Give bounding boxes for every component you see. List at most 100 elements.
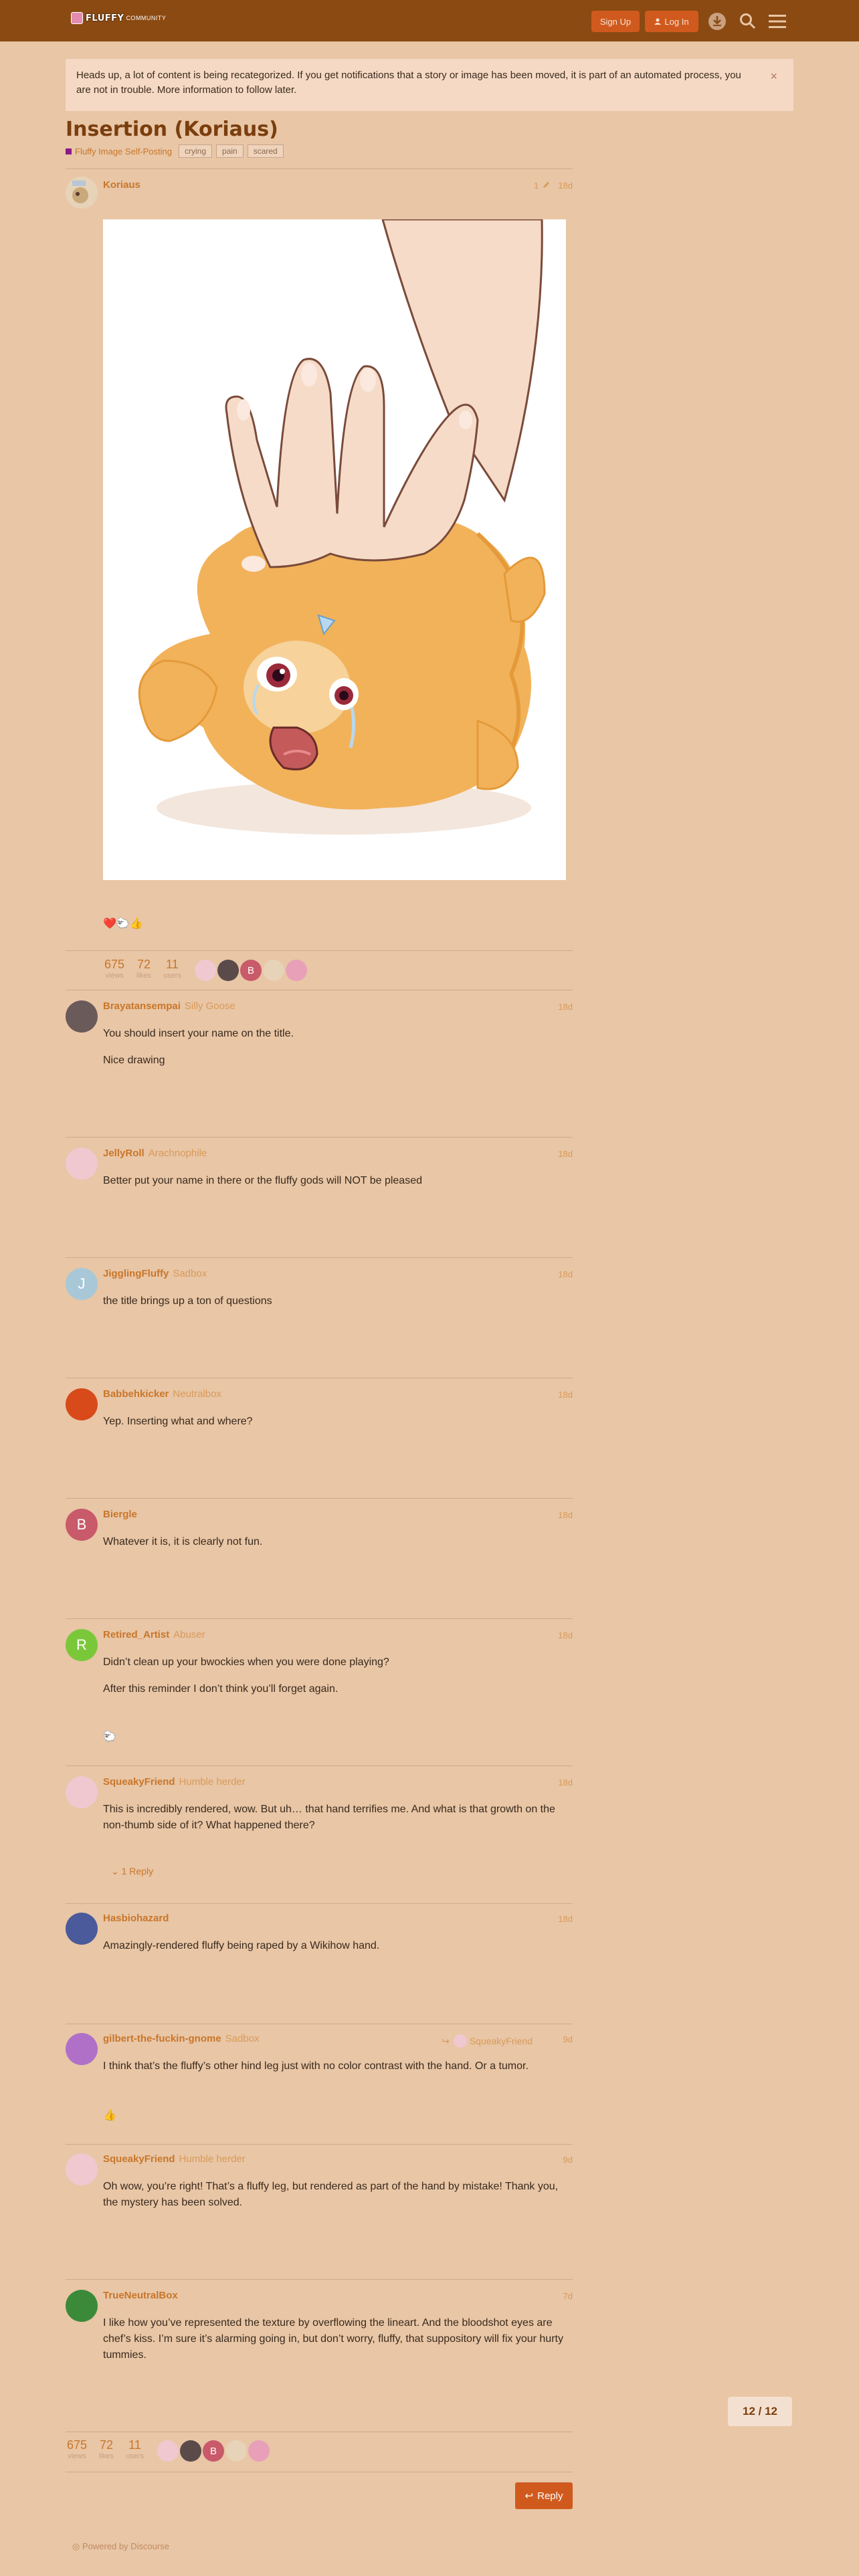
post-author-line: Biergle bbox=[103, 1509, 137, 1520]
powered-by-discourse[interactable]: ◎ Powered by Discourse bbox=[72, 2541, 169, 2552]
show-replies-button[interactable]: ⌄ 1 Reply bbox=[111, 1866, 153, 1877]
logo-subtext: COMMUNITY bbox=[126, 15, 167, 21]
post-reactions[interactable]: 👍 bbox=[103, 2108, 571, 2124]
avatar[interactable] bbox=[66, 1148, 98, 1180]
avatar[interactable] bbox=[179, 2440, 201, 2462]
post: J JigglingFluffy Sadbox 18d the title bri… bbox=[66, 1268, 573, 1375]
post-date[interactable]: 18d bbox=[558, 1390, 573, 1400]
avatar[interactable] bbox=[66, 1776, 98, 1808]
post-body: Amazingly-rendered fluffy being raped by… bbox=[103, 1938, 571, 1965]
post-author[interactable]: JigglingFluffy bbox=[103, 1268, 169, 1279]
post-author[interactable]: Biergle bbox=[103, 1509, 137, 1520]
post-author[interactable]: Babbehkicker bbox=[103, 1388, 169, 1400]
reply-to-indicator[interactable]: ↪ SqueakyFriend bbox=[442, 2034, 533, 2048]
post-date[interactable]: 9d bbox=[563, 2155, 573, 2165]
tag-crying[interactable]: crying bbox=[179, 144, 213, 158]
topic-progress[interactable]: 12 / 12 bbox=[728, 2397, 792, 2426]
post-author[interactable]: Retired_Artist bbox=[103, 1629, 169, 1640]
post-text: the title brings up a ton of questions bbox=[103, 1295, 272, 1307]
topic-title[interactable]: Insertion (Koriaus) bbox=[66, 118, 278, 141]
avatar[interactable] bbox=[194, 960, 216, 981]
post-text: I like how you’ve represented the textur… bbox=[103, 2317, 563, 2361]
avatar[interactable]: J bbox=[66, 1268, 98, 1300]
avatar[interactable] bbox=[66, 177, 98, 209]
site-logo[interactable]: FLUFFY COMMUNITY bbox=[71, 12, 166, 24]
post-body: the title brings up a ton of questions bbox=[103, 1293, 571, 1320]
close-icon[interactable]: × bbox=[770, 70, 777, 84]
post-date[interactable]: 18d bbox=[558, 1149, 573, 1159]
post-author[interactable]: SqueakyFriend bbox=[103, 1776, 175, 1788]
post: Babbehkicker Neutralbox 18d Yep. Insertin… bbox=[66, 1388, 573, 1495]
pencil-icon[interactable] bbox=[543, 181, 551, 189]
avatar[interactable] bbox=[262, 960, 284, 981]
post-reactions[interactable]: 🐑 bbox=[103, 1729, 571, 1745]
avatar[interactable] bbox=[66, 1913, 98, 1945]
avatar[interactable]: R bbox=[66, 1629, 98, 1661]
post-date[interactable]: 18d bbox=[558, 1778, 573, 1788]
post-author[interactable]: Brayatansempai bbox=[103, 1000, 181, 1012]
user-title: Neutralbox bbox=[173, 1388, 221, 1400]
post-author[interactable]: gilbert-the-fuckin-gnome bbox=[103, 2033, 221, 2044]
post-meta: 1 18d bbox=[534, 181, 573, 191]
download-app-icon[interactable] bbox=[706, 11, 728, 32]
post-author[interactable]: Koriaus bbox=[103, 179, 140, 191]
avatar[interactable] bbox=[66, 1000, 98, 1033]
divider bbox=[66, 2279, 573, 2280]
reply-button[interactable]: ↩ Reply bbox=[515, 2482, 573, 2509]
users-label: users bbox=[163, 972, 181, 980]
user-icon bbox=[654, 18, 662, 25]
login-button[interactable]: Log In bbox=[645, 11, 698, 32]
fluffy-illustration-image[interactable] bbox=[103, 219, 566, 880]
avatar[interactable] bbox=[285, 960, 307, 981]
avatar[interactable] bbox=[248, 2440, 270, 2462]
category-link[interactable]: Fluffy Image Self-Posting bbox=[75, 146, 172, 156]
tag-pain[interactable]: pain bbox=[216, 144, 244, 158]
hamburger-menu-icon[interactable] bbox=[767, 11, 788, 32]
reply-arrow-icon: ↪ bbox=[442, 2035, 450, 2046]
post-date[interactable]: 18d bbox=[558, 1510, 573, 1520]
avatar[interactable] bbox=[217, 960, 239, 981]
avatar[interactable] bbox=[66, 2153, 98, 2185]
post-date[interactable]: 7d bbox=[563, 2291, 573, 2301]
post-author[interactable]: TrueNeutralBox bbox=[103, 2290, 178, 2301]
avatar[interactable] bbox=[66, 2033, 98, 2065]
participant-avatars: B bbox=[193, 960, 307, 981]
edit-count[interactable]: 1 bbox=[534, 181, 539, 191]
avatar[interactable] bbox=[157, 2440, 179, 2462]
avatar[interactable]: B bbox=[240, 960, 262, 981]
post-date[interactable]: 18d bbox=[558, 181, 573, 191]
avatar[interactable] bbox=[225, 2440, 247, 2462]
reaction-icons[interactable]: ❤️🐑👍 bbox=[103, 916, 571, 932]
avatar[interactable]: B bbox=[66, 1509, 98, 1541]
user-title: Abuser bbox=[173, 1629, 205, 1640]
signup-button[interactable]: Sign Up bbox=[591, 11, 640, 32]
topic-stats-footer: 675 views 72 likes 11 users B bbox=[67, 2438, 270, 2462]
likes-count: 72 bbox=[137, 958, 151, 971]
post-date[interactable]: 18d bbox=[558, 1914, 573, 1924]
search-icon[interactable] bbox=[737, 11, 759, 32]
avatar[interactable]: B bbox=[202, 2440, 224, 2462]
divider bbox=[66, 1498, 573, 1499]
post-text: You should insert your name on the title… bbox=[103, 1028, 294, 1039]
likes-stat: 72 likes bbox=[136, 958, 151, 980]
views-stat: 675 views bbox=[67, 2438, 87, 2460]
post-date[interactable]: 18d bbox=[558, 1269, 573, 1279]
avatar[interactable] bbox=[66, 1388, 98, 1420]
post-author-line: gilbert-the-fuckin-gnome Sadbox bbox=[103, 2033, 260, 2044]
tag-scared[interactable]: scared bbox=[247, 144, 284, 158]
post-author-line: JigglingFluffy Sadbox bbox=[103, 1268, 207, 1279]
post-text: Didn’t clean up your bwockies when you w… bbox=[103, 1656, 389, 1668]
post-date[interactable]: 18d bbox=[558, 1002, 573, 1012]
post-author[interactable]: SqueakyFriend bbox=[103, 2153, 175, 2165]
post-date[interactable]: 9d bbox=[563, 2034, 573, 2044]
post-author[interactable]: Hasbiohazard bbox=[103, 1913, 169, 1924]
views-stat: 675 views bbox=[104, 958, 124, 980]
avatar[interactable] bbox=[66, 2290, 98, 2322]
post-body: Whatever it is, it is clearly not fun. bbox=[103, 1534, 571, 1561]
user-title: Humble herder bbox=[179, 1776, 246, 1788]
post-author[interactable]: JellyRoll bbox=[103, 1148, 145, 1159]
post-body: I think that’s the fluffy’s other hind l… bbox=[103, 2058, 571, 2085]
post: SqueakyFriend Humble herder 18d This is i… bbox=[66, 1776, 573, 1897]
post-body: Yep. Inserting what and where? bbox=[103, 1414, 571, 1440]
post-date[interactable]: 18d bbox=[558, 1630, 573, 1640]
